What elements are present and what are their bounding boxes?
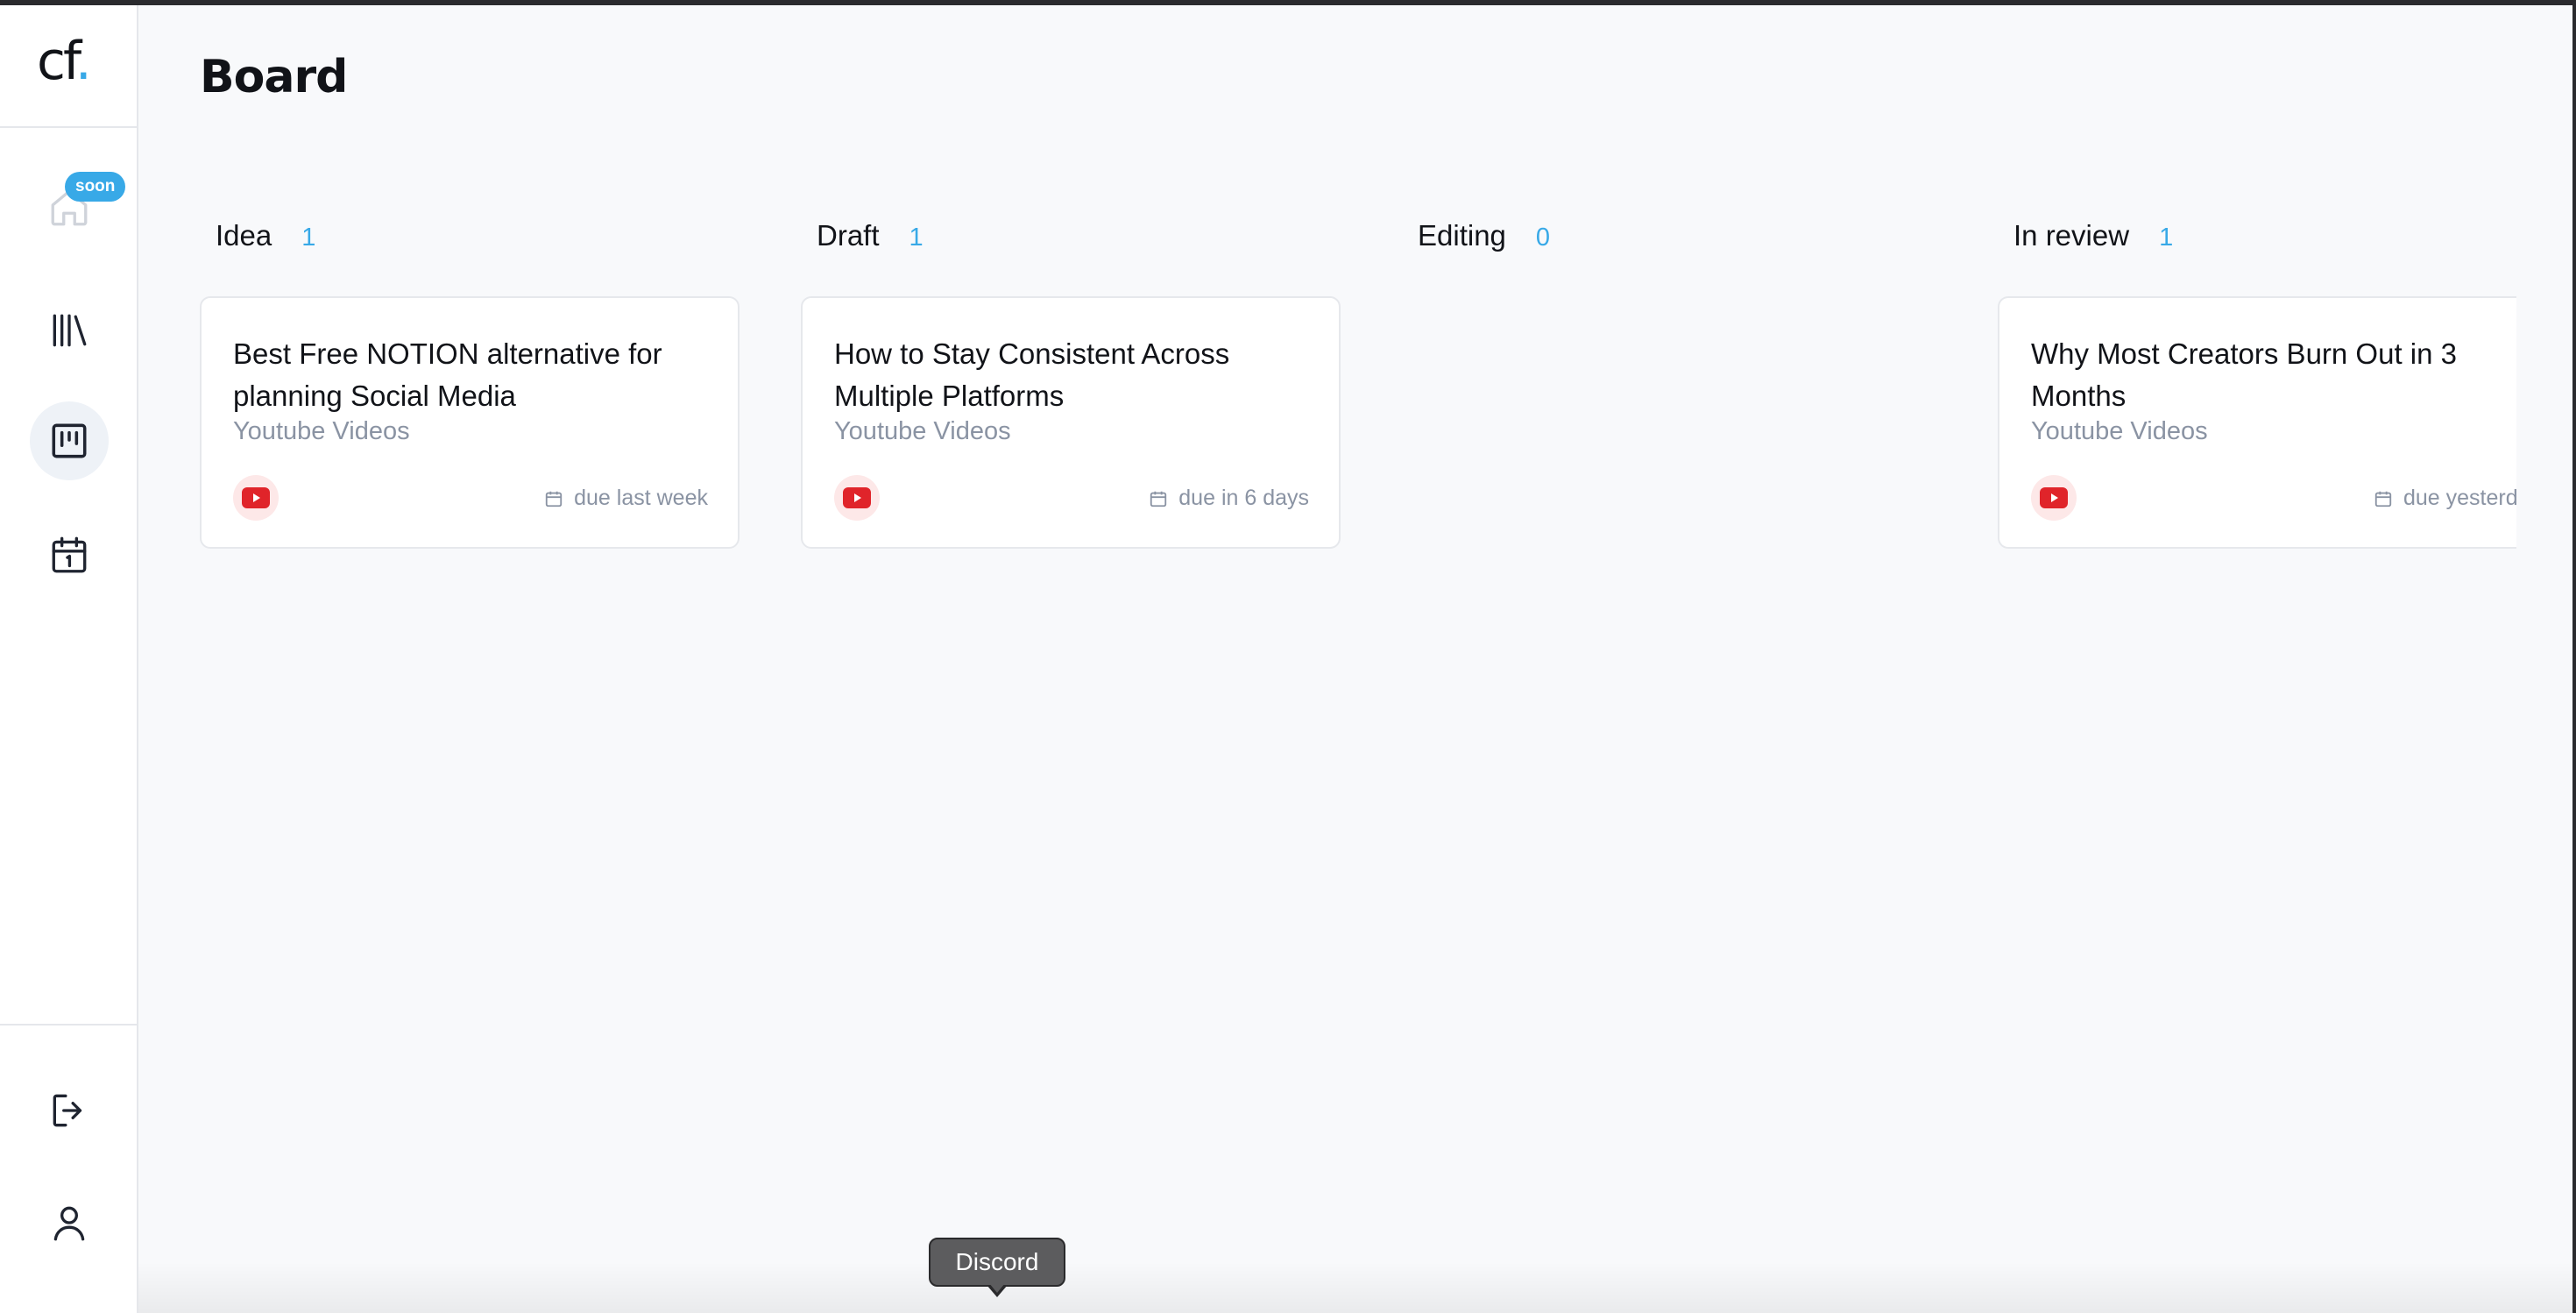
column-header: In review 1 <box>1998 219 2516 268</box>
card-category: Youtube Videos <box>233 417 410 445</box>
calendar-small-icon <box>1150 491 1167 507</box>
calendar-small-icon <box>2374 491 2392 507</box>
profile-button[interactable] <box>30 1183 109 1262</box>
discord-tooltip: Discord <box>929 1238 1065 1287</box>
column-header: Editing 0 <box>1402 219 1942 268</box>
tooltip-arrow <box>987 1283 1008 1297</box>
sidebar-item-board[interactable] <box>30 401 109 480</box>
column-title: Editing <box>1418 219 1506 252</box>
board-card[interactable]: Best Free NOTION alternative for plannin… <box>200 296 740 549</box>
platform-badge <box>834 475 880 521</box>
board-card[interactable]: How to Stay Consistent Across Multiple P… <box>801 296 1341 549</box>
sidebar-item-calendar[interactable] <box>30 515 109 594</box>
card-category: Youtube Videos <box>834 417 1011 445</box>
user-icon <box>53 1206 85 1241</box>
logout-icon <box>53 1094 82 1127</box>
due-date: due yesterday <box>2374 486 2516 511</box>
platform-badge <box>2031 475 2077 521</box>
column-count: 0 <box>1535 224 1551 252</box>
youtube-icon <box>843 487 871 508</box>
sidebar-divider <box>0 1024 137 1026</box>
card-title: Best Free NOTION alternative for plannin… <box>233 337 662 412</box>
column-header: Draft 1 <box>801 219 1341 268</box>
calendar-icon <box>52 536 87 573</box>
column-count: 1 <box>2159 224 2174 252</box>
dock-shadow <box>138 1262 2576 1313</box>
app-logo[interactable]: cf. <box>37 35 92 88</box>
column-count: 1 <box>301 224 316 252</box>
sidebar: cf. soon <box>0 5 138 1313</box>
column-idea: Idea 1 Best Free NOTION alternative for … <box>200 219 740 549</box>
due-text: due yesterday <box>2403 486 2516 510</box>
sidebar-item-library[interactable] <box>30 291 109 370</box>
card-title: How to Stay Consistent Across Multiple P… <box>834 337 1230 412</box>
page-title: Board <box>200 51 348 103</box>
window-right-edge <box>2572 0 2576 1313</box>
platform-badge <box>233 475 279 521</box>
board-card[interactable]: Why Most Creators Burn Out in 3 Months Y… <box>1998 296 2516 549</box>
logo-area: cf. <box>0 5 137 128</box>
card-title: Why Most Creators Burn Out in 3 Months <box>2031 337 2457 412</box>
column-in-review: In review 1 Why Most Creators Burn Out i… <box>1998 219 2516 549</box>
youtube-icon <box>242 487 270 508</box>
column-draft: Draft 1 How to Stay Consistent Across Mu… <box>801 219 1341 549</box>
column-in-review-viewport: In review 1 Why Most Creators Burn Out i… <box>1998 219 2516 587</box>
column-editing: Editing 0 <box>1402 219 1942 268</box>
logout-button[interactable] <box>30 1071 109 1150</box>
column-title: In review <box>2013 219 2130 252</box>
column-header: Idea 1 <box>200 219 740 268</box>
library-icon <box>53 314 87 347</box>
window-top-edge <box>0 0 2576 5</box>
due-date: due last week <box>544 486 708 511</box>
column-title: Draft <box>817 219 880 252</box>
due-text: due last week <box>574 486 708 510</box>
column-title: Idea <box>216 219 272 252</box>
calendar-small-icon <box>545 491 563 507</box>
due-text: due in 6 days <box>1178 486 1309 510</box>
youtube-icon <box>2040 487 2068 508</box>
card-category: Youtube Videos <box>2031 417 2208 445</box>
kanban-icon <box>52 423 87 458</box>
soon-badge: soon <box>65 172 126 202</box>
column-count: 1 <box>909 224 924 252</box>
due-date: due in 6 days <box>1149 486 1309 511</box>
